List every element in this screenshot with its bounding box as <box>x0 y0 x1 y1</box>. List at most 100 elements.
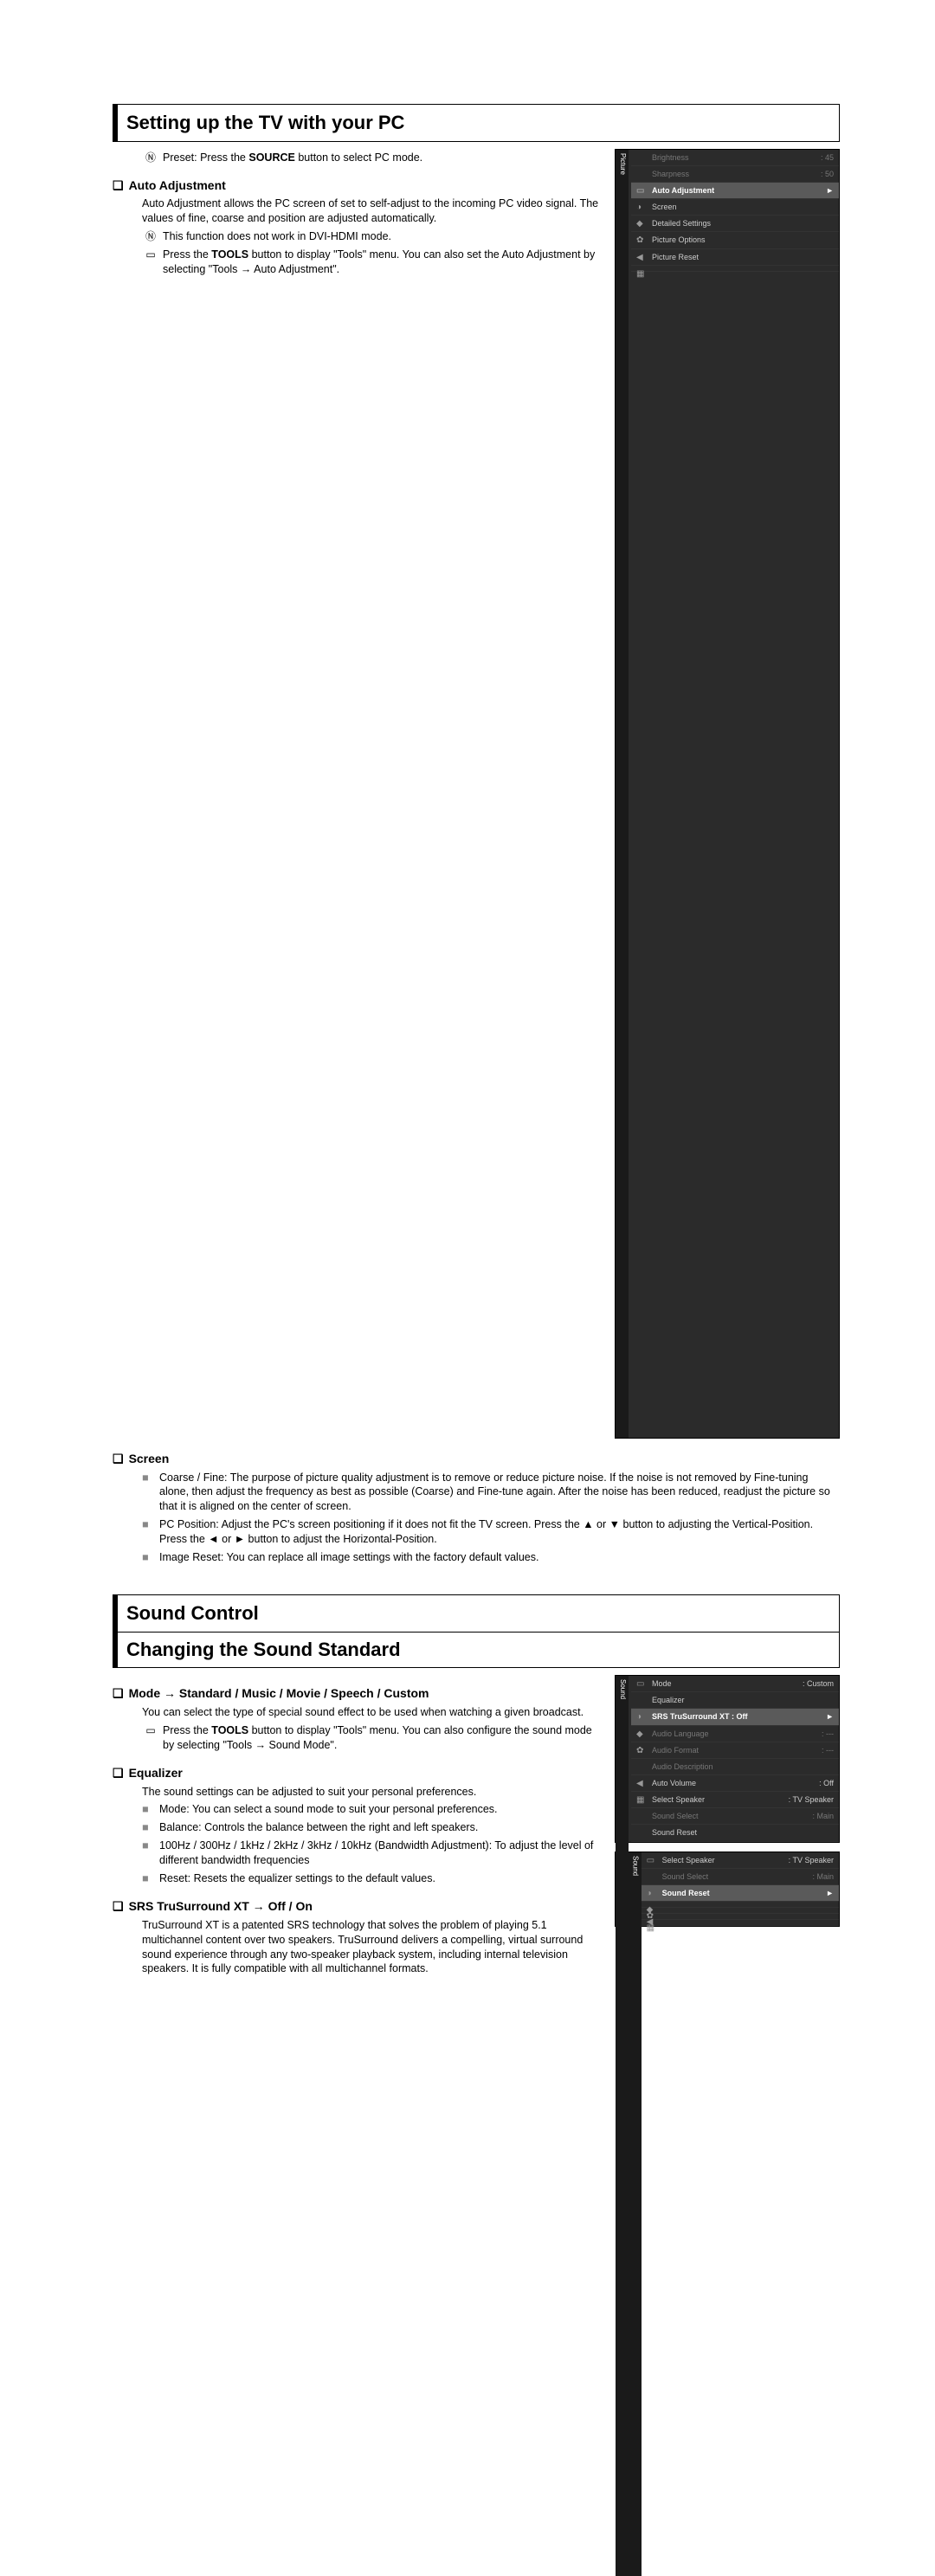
checkbox-icon: ❏ <box>113 1452 124 1465</box>
osd-value: : Main <box>812 1871 834 1882</box>
osd-row: ▦ <box>631 266 839 272</box>
osd-row: Sharpness: 50 <box>631 166 839 183</box>
t: Auto Adjustment <box>129 178 226 192</box>
osd-tab: Sound <box>629 1852 642 2576</box>
osd-row: ◑ SRS TruSurround XT : Off ► <box>631 1709 839 1725</box>
t: Equalizer <box>129 1766 183 1780</box>
tool-icon <box>142 1723 159 1753</box>
osd-row: ✿ <box>642 1908 839 1914</box>
osd-row-icon: ▦ <box>636 268 644 280</box>
osd-label: Detailed Settings <box>652 218 711 229</box>
osd-row-icon: ✿ <box>636 235 643 247</box>
t: SRS TruSurround XT → Off / On <box>129 1899 313 1913</box>
heading-sound-control: Sound Control <box>113 1594 840 1633</box>
osd-value: ► <box>826 1711 834 1722</box>
osd-value: ► <box>826 185 834 196</box>
bullet-mark-icon: ■ <box>142 1871 159 1886</box>
osd-sound-2: Sound ▭Select Speaker: TV SpeakerSound S… <box>615 1852 840 1927</box>
osd-row: ▦ <box>642 1920 839 1926</box>
osd-row: Audio Description <box>631 1759 839 1775</box>
bullet-row: ■Balance: Controls the balance between t… <box>113 1820 599 1835</box>
osd-row: ◑ Screen <box>631 199 839 216</box>
bullet-row: ■Reset: Resets the equalizer settings to… <box>113 1871 599 1886</box>
osd-row-icon: ◀ <box>636 1778 643 1790</box>
osd-label: Sharpness <box>652 169 689 179</box>
osd-picture: Picture Brightness: 45Sharpness: 50▭Auto… <box>615 149 840 1439</box>
t: Press the <box>163 1724 211 1736</box>
auto-body: Auto Adjustment allows the PC screen of … <box>113 196 599 226</box>
checkbox-icon: ❏ <box>113 1686 124 1700</box>
osd-label: Picture Options <box>652 235 706 245</box>
osd-row: ▭Mode: Custom <box>631 1676 839 1692</box>
mode-body: You can select the type of special sound… <box>113 1705 599 1720</box>
bullet-text: Mode: You can select a sound mode to sui… <box>159 1802 599 1817</box>
sub-auto-adjustment: ❏Auto Adjustment <box>113 177 599 194</box>
osd-row: ▦Select Speaker: TV Speaker <box>631 1792 839 1808</box>
osd-label: Screen <box>652 202 677 212</box>
t: button to select PC mode. <box>295 151 422 164</box>
osd-label: Select Speaker <box>652 1794 705 1805</box>
osd-row: Sound Select: Main <box>631 1808 839 1825</box>
osd-value: : --- <box>822 1729 834 1739</box>
osd-tab: Picture <box>616 150 629 1438</box>
osd-body: ▭Mode: Custom Equalizer ◑ SRS TruSurround X… <box>631 1676 839 1841</box>
bullet-mark-icon: ■ <box>142 1839 159 1868</box>
osd-row-icon: ◑ <box>636 1711 642 1723</box>
sub-mode: ❏ Mode → Standard / Music / Movie / Speec… <box>113 1685 599 1702</box>
osd-row: Equalizer <box>631 1692 839 1709</box>
tools-bold: TOOLS <box>211 248 248 261</box>
osd-value: : Main <box>812 1811 834 1821</box>
osd-label: Brightness <box>652 152 689 163</box>
sub-equalizer: ❏Equalizer <box>113 1765 599 1781</box>
osd-row-icon: ◑ <box>636 202 642 214</box>
osd-column: Sound ▭Mode: Custom Equalizer ◑ SRS TruSurr… <box>615 1673 840 2576</box>
osd-tab: Sound <box>616 1676 629 2576</box>
bullet-mark-icon: ■ <box>142 1550 159 1565</box>
osd-value: : 45 <box>821 152 834 163</box>
osd-row: Sound Select: Main <box>642 1869 839 1885</box>
osd-body: ▭Select Speaker: TV SpeakerSound Select:… <box>631 1852 839 1926</box>
t: Preset: Press the <box>163 151 248 164</box>
osd-row: ◆ <box>642 1902 839 1908</box>
osd-label: Equalizer <box>652 1695 685 1705</box>
sub-screen: ❏Screen <box>113 1451 840 1467</box>
osd-row: ◑Sound Reset► <box>642 1885 839 1902</box>
note-icon <box>142 151 159 165</box>
osd-value: : --- <box>822 1745 834 1755</box>
t: Mode → Standard / Music / Movie / Speech… <box>129 1686 429 1700</box>
bullet-row: ■PC Position: Adjust the PC's screen pos… <box>113 1517 840 1547</box>
osd-row-icon: ✿ <box>636 1745 643 1757</box>
section1-text: Preset: Press the SOURCE button to selec… <box>113 147 599 277</box>
osd-row: ✿ Picture Options <box>631 232 839 248</box>
osd-row-icon: ◆ <box>636 1729 643 1741</box>
sub-srs: ❏ SRS TruSurround XT → Off / On <box>113 1898 599 1915</box>
bullet-row: ■Coarse / Fine: The purpose of picture q… <box>113 1471 840 1515</box>
osd-label: Audio Description <box>652 1761 713 1772</box>
osd-label: Auto Volume <box>652 1778 696 1788</box>
mode-tool: Press the TOOLS button to display "Tools… <box>163 1723 599 1753</box>
osd-row-icon: ◀ <box>636 252 643 264</box>
tool-icon <box>142 248 159 277</box>
bullet-mark-icon: ■ <box>142 1517 159 1547</box>
osd-value: : Off <box>819 1778 834 1788</box>
osd-sound-1: Sound ▭Mode: CustomEqualizer◑SRS TruSurr… <box>615 1675 840 1842</box>
osd-label: SRS TruSurround XT : Off <box>652 1711 748 1722</box>
osd-row: Sound Reset <box>631 1825 839 1841</box>
osd-row: ▭Select Speaker: TV Speaker <box>642 1852 839 1869</box>
osd-row: ◆Audio Language: --- <box>631 1726 839 1742</box>
note-icon <box>142 229 159 244</box>
osd-row: ◀ Picture Reset <box>631 249 839 266</box>
eq-intro: The sound settings can be adjusted to su… <box>113 1785 599 1800</box>
bullet-row: ■Image Reset: You can replace all image … <box>113 1550 840 1565</box>
osd-row: ◆ Detailed Settings <box>631 216 839 232</box>
checkbox-icon: ❏ <box>113 1899 124 1913</box>
osd-row-icon: ◆ <box>636 218 643 230</box>
bullet-text: Coarse / Fine: The purpose of picture qu… <box>159 1471 840 1515</box>
osd-body: Brightness: 45Sharpness: 50▭Auto Adjustm… <box>631 150 839 272</box>
osd-row-icon: ▭ <box>636 1678 644 1690</box>
osd-label: Picture Reset <box>652 252 699 262</box>
bullet-text: PC Position: Adjust the PC's screen posi… <box>159 1517 840 1547</box>
osd-value: : TV Speaker <box>789 1855 834 1865</box>
tools-bold: TOOLS <box>211 1724 248 1736</box>
bullet-mark-icon: ■ <box>142 1471 159 1515</box>
